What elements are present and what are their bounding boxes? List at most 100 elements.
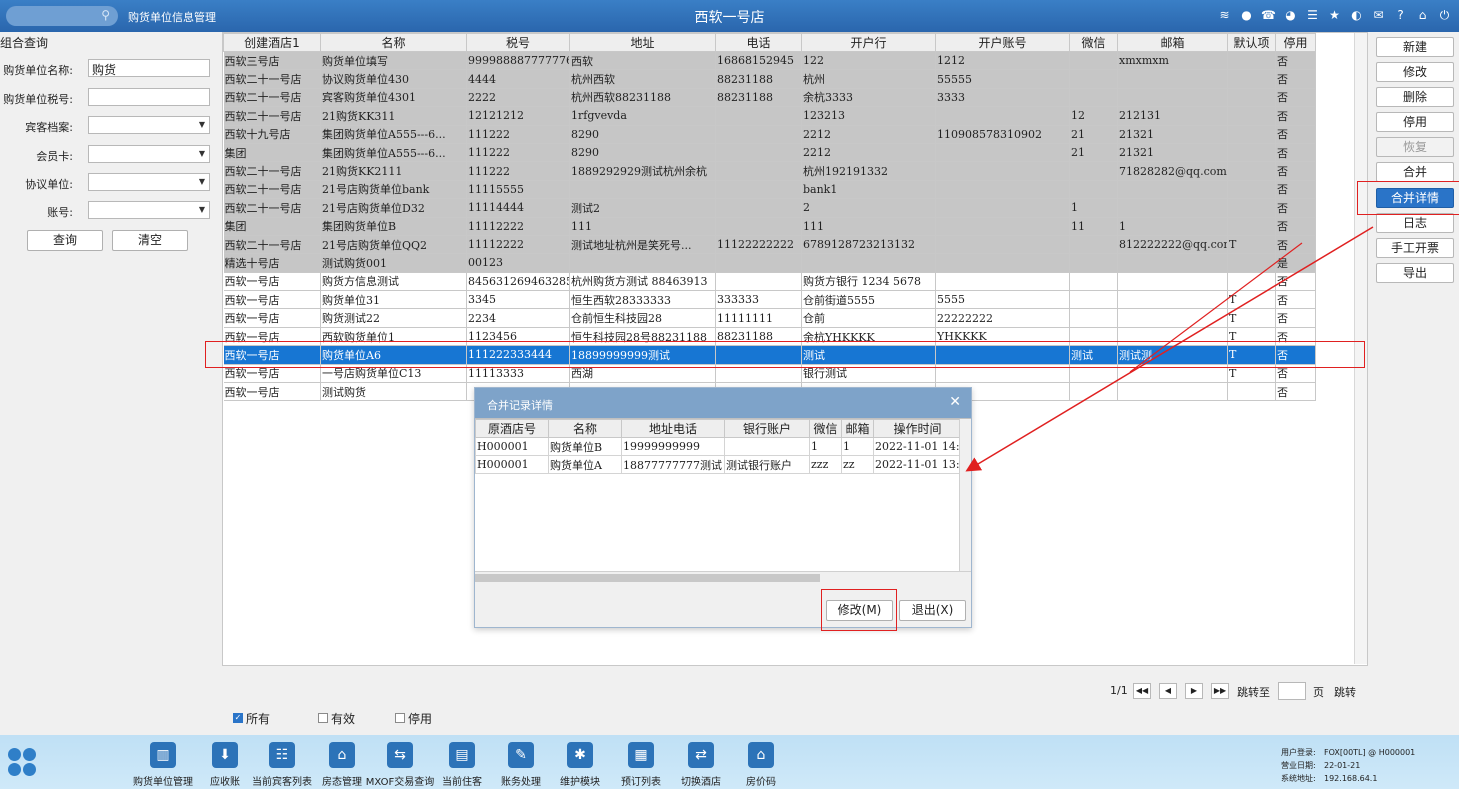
mail-icon[interactable]: ✉ xyxy=(1370,7,1387,24)
table-cell: 111222 xyxy=(466,161,570,181)
status-filter-checkbox[interactable]: 有效 xyxy=(318,711,355,726)
table-row[interactable]: 西软二十一号店 21号店购货单位bank 11115555 bank1 否 xyxy=(223,180,1316,200)
phone-icon[interactable]: ☎ xyxy=(1260,7,1277,24)
search-icon[interactable]: ⚲ xyxy=(101,8,110,22)
dialog-column-header[interactable]: 名称 xyxy=(548,419,622,438)
power-icon[interactable]: ⏻ xyxy=(1436,7,1453,24)
chevron-down-icon[interactable]: ▼ xyxy=(199,120,205,129)
status-filter-checkbox[interactable]: ✓ 所有 xyxy=(233,711,271,726)
dialog-column-header[interactable]: 微信 xyxy=(809,419,842,438)
status-filter-label: 所有 xyxy=(246,711,271,726)
dialog-column-header[interactable]: 邮箱 xyxy=(841,419,874,438)
chevron-down-icon[interactable]: ▼ xyxy=(199,205,205,214)
unchecked-icon[interactable] xyxy=(395,713,405,723)
table-row[interactable]: 精选十号店 测试购货001 00123 是 xyxy=(223,253,1316,273)
prev-page-button[interactable]: ◀ xyxy=(1159,683,1177,699)
last-page-button[interactable]: ▶▶ xyxy=(1211,683,1229,699)
column-header[interactable]: 默认项 xyxy=(1227,33,1276,52)
page-number-input[interactable] xyxy=(1278,682,1306,700)
export-button[interactable]: 导出 xyxy=(1376,263,1454,283)
table-row[interactable]: 西软一号店 购货测试22 2234 仓前恒生科技园28 11111111 仓前 222222… xyxy=(223,308,1316,328)
nav-item[interactable]: ▥ 购货单位管理 xyxy=(128,740,198,788)
table-row[interactable]: 集团 集团购货单位B 11112222 111 111 11 1 否 xyxy=(223,217,1316,236)
dialog-horizontal-scrollbar[interactable] xyxy=(475,571,971,583)
column-header[interactable]: 邮箱 xyxy=(1117,33,1228,52)
table-row[interactable]: 西软二十一号店 21号店购货单位QQ2 11112222 测试地址杭州是笑死号... 1… xyxy=(223,235,1316,255)
dialog-vertical-scrollbar[interactable] xyxy=(959,419,971,583)
column-header[interactable]: 微信 xyxy=(1069,33,1118,52)
chevron-down-icon[interactable]: ▼ xyxy=(199,177,205,186)
table-row[interactable]: 西软一号店 一号店购货单位C13 11113333 西湖 银行测试 T 否 xyxy=(223,364,1316,384)
jump-button[interactable]: 跳转 xyxy=(1334,684,1356,700)
table-row[interactable]: 西软二十一号店 21购货KK311 12121212 1rfgvevda 123213 1… xyxy=(223,106,1316,126)
module-search-input[interactable]: ⚲ xyxy=(6,6,118,26)
table-row[interactable]: 西软一号店 购货方信息测试 845631269463285 杭州购货方测试 88463… xyxy=(223,272,1316,292)
table-row-selected[interactable]: 西软一号店 购货单位A6 111222333444 18899999999测试 测试 测试… xyxy=(223,345,1316,365)
dialog-column-header[interactable]: 操作时间 xyxy=(873,419,962,438)
dialog-edit-button[interactable]: 修改(M) xyxy=(826,600,893,621)
dialog-row[interactable]: H000001 购货单位A 18877777777测试 测试银行账户 zzz zz 2022… xyxy=(475,455,962,474)
table-row[interactable]: 西软二十一号店 协议购货单位430 4444 杭州西软 88231188 杭州 55555 否 xyxy=(223,69,1316,89)
status-filter-checkbox[interactable]: 停用 xyxy=(395,711,432,726)
help-icon[interactable]: ? xyxy=(1392,7,1409,24)
menu-icon[interactable]: ☰ xyxy=(1304,7,1321,24)
delete-button[interactable]: 删除 xyxy=(1376,87,1454,107)
dialog-column-header[interactable]: 原酒店号 xyxy=(475,419,549,438)
column-header[interactable]: 税号 xyxy=(466,33,570,52)
edit-button[interactable]: 修改 xyxy=(1376,62,1454,82)
filter-select[interactable]: ▼ xyxy=(88,145,210,163)
new-button[interactable]: 新建 xyxy=(1376,37,1454,57)
nav-item[interactable]: ⇆ MXOF交易查询 xyxy=(365,740,435,788)
log-button[interactable]: 日志 xyxy=(1376,213,1454,233)
filter-input[interactable]: 购货 xyxy=(88,59,210,77)
palette-icon[interactable]: ◕ xyxy=(1282,7,1299,24)
column-header[interactable]: 创建酒店1 xyxy=(223,33,321,52)
merge-button[interactable]: 合并 xyxy=(1376,162,1454,182)
table-row[interactable]: 西软二十一号店 宾客购货单位4301 2222 杭州西软88231188 8823118… xyxy=(223,88,1316,108)
filter-select[interactable]: ▼ xyxy=(88,201,210,219)
table-row[interactable]: 西软三号店 购货单位填写 999988887777776 西软 16868152945 1… xyxy=(223,51,1316,71)
star-icon[interactable]: ★ xyxy=(1326,7,1343,24)
table-cell: 杭州192191332 xyxy=(801,161,936,181)
dialog-row[interactable]: H000001 购货单位B 19999999999 1 1 2022-11-01 14: xyxy=(475,437,962,456)
unchecked-icon[interactable] xyxy=(318,713,328,723)
column-header[interactable]: 地址 xyxy=(569,33,716,52)
table-row[interactable]: 西软一号店 购货单位31 3345 恒生西软28333333 333333 仓前街道555… xyxy=(223,290,1316,310)
column-header[interactable]: 名称 xyxy=(320,33,467,52)
filter-select[interactable]: ▼ xyxy=(88,173,210,191)
column-header[interactable]: 开户账号 xyxy=(935,33,1070,52)
column-header[interactable]: 电话 xyxy=(715,33,802,52)
chevron-down-icon[interactable]: ▼ xyxy=(199,149,205,158)
table-cell: 11113333 xyxy=(466,364,570,384)
next-page-button[interactable]: ▶ xyxy=(1185,683,1203,699)
table-row[interactable]: 西软二十一号店 21购货KK2111 111222 1889292929测试杭州余杭 杭… xyxy=(223,161,1316,181)
checked-icon[interactable]: ✓ xyxy=(233,713,243,723)
column-header[interactable]: 开户行 xyxy=(801,33,936,52)
grid-vertical-scrollbar[interactable] xyxy=(1354,33,1367,664)
disable-button[interactable]: 停用 xyxy=(1376,112,1454,132)
table-row[interactable]: 西软一号店 西软购货单位1 1123456 恒生科技园28号88231188 88231… xyxy=(223,327,1316,347)
column-header[interactable]: 停用 xyxy=(1275,33,1316,52)
table-row[interactable]: 西软二十一号店 21号店购货单位D32 11114444 测试2 2 1 否 xyxy=(223,198,1316,218)
contrast-icon[interactable]: ◐ xyxy=(1348,7,1365,24)
table-row[interactable]: 集团 集团购货单位A555---6... 111222 8290 2212 21 21321… xyxy=(223,143,1316,163)
restore-button[interactable]: 恢复 xyxy=(1376,137,1454,157)
dialog-column-header[interactable]: 银行账户 xyxy=(724,419,810,438)
wifi-icon[interactable]: ≋ xyxy=(1216,7,1233,24)
manual-invoice-button[interactable]: 手工开票 xyxy=(1376,238,1454,258)
merge-detail-button[interactable]: 合并详情 xyxy=(1376,188,1454,208)
nav-item[interactable]: ⌂ 房价码 xyxy=(726,740,796,788)
message-icon[interactable]: ● xyxy=(1238,7,1255,24)
first-page-button[interactable]: ◀◀ xyxy=(1133,683,1151,699)
dialog-exit-button[interactable]: 退出(X) xyxy=(899,600,966,621)
nav-item[interactable]: ✱ 维护模块 xyxy=(545,740,615,788)
clear-button[interactable]: 清空 xyxy=(112,230,188,251)
home-icon[interactable]: ⌂ xyxy=(1414,7,1431,24)
filter-row: 账号: ▼ xyxy=(0,201,221,221)
dialog-column-header[interactable]: 地址电话 xyxy=(621,419,725,438)
query-button[interactable]: 查询 xyxy=(27,230,103,251)
table-row[interactable]: 西软十九号店 集团购货单位A555---6... 111222 8290 2212 110… xyxy=(223,125,1316,144)
filter-select[interactable]: ▼ xyxy=(88,116,210,134)
close-icon[interactable]: ✕ xyxy=(949,394,961,410)
filter-input[interactable] xyxy=(88,88,210,106)
